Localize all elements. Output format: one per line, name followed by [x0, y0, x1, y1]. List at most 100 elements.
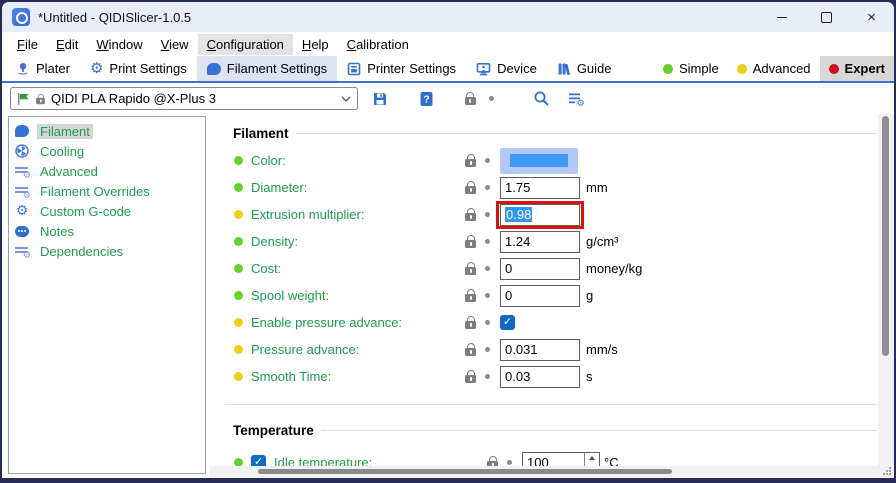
close-button[interactable]: ×: [849, 2, 894, 32]
compare-settings-button[interactable]: ⚙: [565, 88, 587, 110]
density-input[interactable]: 1.24: [500, 231, 580, 253]
menu-calibration[interactable]: Calibration: [338, 34, 418, 55]
revert-all-dot[interactable]: [489, 96, 494, 101]
tab-guide[interactable]: Guide: [547, 56, 622, 81]
param-label: Extrusion multiplier:: [251, 207, 364, 222]
revert-dot[interactable]: [485, 374, 490, 379]
menu-configuration[interactable]: Configuration: [198, 34, 293, 55]
guide-books-icon: [557, 62, 571, 76]
help-button[interactable]: ?: [415, 88, 437, 110]
diameter-input[interactable]: 1.75: [500, 177, 580, 199]
extrusion-multiplier-input[interactable]: 0.98: [500, 204, 580, 226]
vertical-scrollbar-thumb[interactable]: [882, 116, 889, 356]
fan-icon: [15, 144, 29, 158]
unit-label: s: [586, 369, 593, 384]
mode-label: Advanced: [753, 61, 811, 76]
menu-window[interactable]: Window: [87, 34, 151, 55]
revert-dot[interactable]: [485, 293, 490, 298]
param-label: Smooth Time:: [251, 369, 331, 384]
save-preset-button[interactable]: [369, 88, 391, 110]
lock-icon[interactable]: [465, 186, 476, 194]
color-swatch-button[interactable]: [500, 148, 578, 174]
mode-simple[interactable]: Simple: [654, 56, 728, 81]
cost-input[interactable]: 0: [500, 258, 580, 280]
tab-label: Plater: [36, 61, 70, 76]
revert-dot[interactable]: [507, 460, 512, 465]
horizontal-scrollbar-thumb[interactable]: [258, 469, 672, 474]
sidebar-item-cooling[interactable]: Cooling: [9, 141, 205, 161]
search-button[interactable]: [530, 88, 552, 110]
row-cost: Cost: 0 money/kg: [225, 255, 877, 282]
horizontal-scrollbar[interactable]: [210, 466, 878, 478]
save-icon: [372, 91, 388, 107]
mode-level-dot-icon: [234, 264, 243, 273]
tab-print-settings[interactable]: ⚙ Print Settings: [80, 56, 197, 81]
menu-help[interactable]: Help: [293, 34, 338, 55]
revert-dot[interactable]: [485, 239, 490, 244]
revert-dot[interactable]: [485, 320, 490, 325]
lock-icon[interactable]: [465, 159, 476, 167]
enable-pressure-advance-checkbox[interactable]: [500, 315, 515, 330]
lock-icon[interactable]: [465, 321, 476, 329]
sidebar-item-advanced[interactable]: Advanced: [9, 161, 205, 181]
sidebar-item-filament-overrides[interactable]: Filament Overrides: [9, 181, 205, 201]
menu-file[interactable]: File: [8, 34, 47, 55]
menu-edit[interactable]: Edit: [47, 34, 87, 55]
sidebar-item-filament[interactable]: Filament: [9, 121, 205, 141]
app-window: *Untitled - QIDISlicer-1.0.5 × File Edit…: [0, 0, 896, 483]
lock-icon[interactable]: [465, 375, 476, 383]
vertical-scrollbar[interactable]: [878, 114, 894, 466]
tab-device[interactable]: Device: [466, 56, 547, 81]
revert-dot[interactable]: [485, 185, 490, 190]
section-divider-line: [296, 133, 877, 134]
mode-level-dot-icon: [234, 237, 243, 246]
sidebar-label: Notes: [37, 224, 77, 239]
tabbar: Plater ⚙ Print Settings Filament Setting…: [2, 56, 894, 83]
mode-label: Expert: [845, 61, 885, 76]
device-monitor-icon: [476, 62, 491, 76]
sidebar-item-notes[interactable]: Notes: [9, 221, 205, 241]
input-value: 0: [505, 288, 512, 303]
menu-view[interactable]: View: [152, 34, 198, 55]
smooth-time-input[interactable]: 0.03: [500, 366, 580, 388]
mode-level-dot-icon: [234, 345, 243, 354]
row-spool-weight: Spool weight: 0 g: [225, 282, 877, 309]
mode-advanced[interactable]: Advanced: [728, 56, 820, 81]
row-diameter: Diameter: 1.75 mm: [225, 174, 877, 201]
gear-icon: ⚙: [90, 61, 103, 76]
sidebar-item-dependencies[interactable]: Dependencies: [9, 241, 205, 261]
printer-icon: [347, 62, 361, 76]
lock-icon: [465, 97, 476, 105]
preset-combobox[interactable]: QIDI PLA Rapido @X-Plus 3: [10, 87, 358, 110]
minimize-button[interactable]: [759, 2, 804, 32]
minimize-icon: [777, 17, 787, 18]
lock-icon[interactable]: [465, 213, 476, 221]
gear-icon: ⚙: [16, 204, 29, 218]
unit-label: mm/s: [586, 342, 618, 357]
revert-dot[interactable]: [485, 266, 490, 271]
lock-icon[interactable]: [465, 348, 476, 356]
lock-icon[interactable]: [465, 294, 476, 302]
spin-up-button[interactable]: [585, 453, 599, 463]
spool-weight-input[interactable]: 0: [500, 285, 580, 307]
sidebar-label: Filament: [37, 124, 93, 139]
maximize-button[interactable]: [804, 2, 849, 32]
tab-plater[interactable]: Plater: [6, 56, 80, 81]
lock-icon[interactable]: [465, 240, 476, 248]
lock-all-button[interactable]: [459, 88, 481, 110]
simple-mode-dot-icon: [663, 64, 673, 74]
tab-filament-settings[interactable]: Filament Settings: [197, 56, 337, 81]
revert-dot[interactable]: [485, 212, 490, 217]
pressure-advance-input[interactable]: 0.031: [500, 339, 580, 361]
svg-text:?: ?: [423, 94, 429, 105]
flag-icon: [17, 92, 30, 106]
arrow-up-icon: [589, 456, 595, 460]
mode-expert[interactable]: Expert: [820, 56, 894, 81]
revert-dot[interactable]: [485, 347, 490, 352]
tab-printer-settings[interactable]: Printer Settings: [337, 56, 466, 81]
lock-icon[interactable]: [465, 267, 476, 275]
resize-grip-icon[interactable]: [883, 467, 892, 476]
revert-dot[interactable]: [485, 158, 490, 163]
row-extrusion-multiplier: Extrusion multiplier: 0.98: [225, 201, 877, 228]
sidebar-item-custom-gcode[interactable]: ⚙ Custom G-code: [9, 201, 205, 221]
